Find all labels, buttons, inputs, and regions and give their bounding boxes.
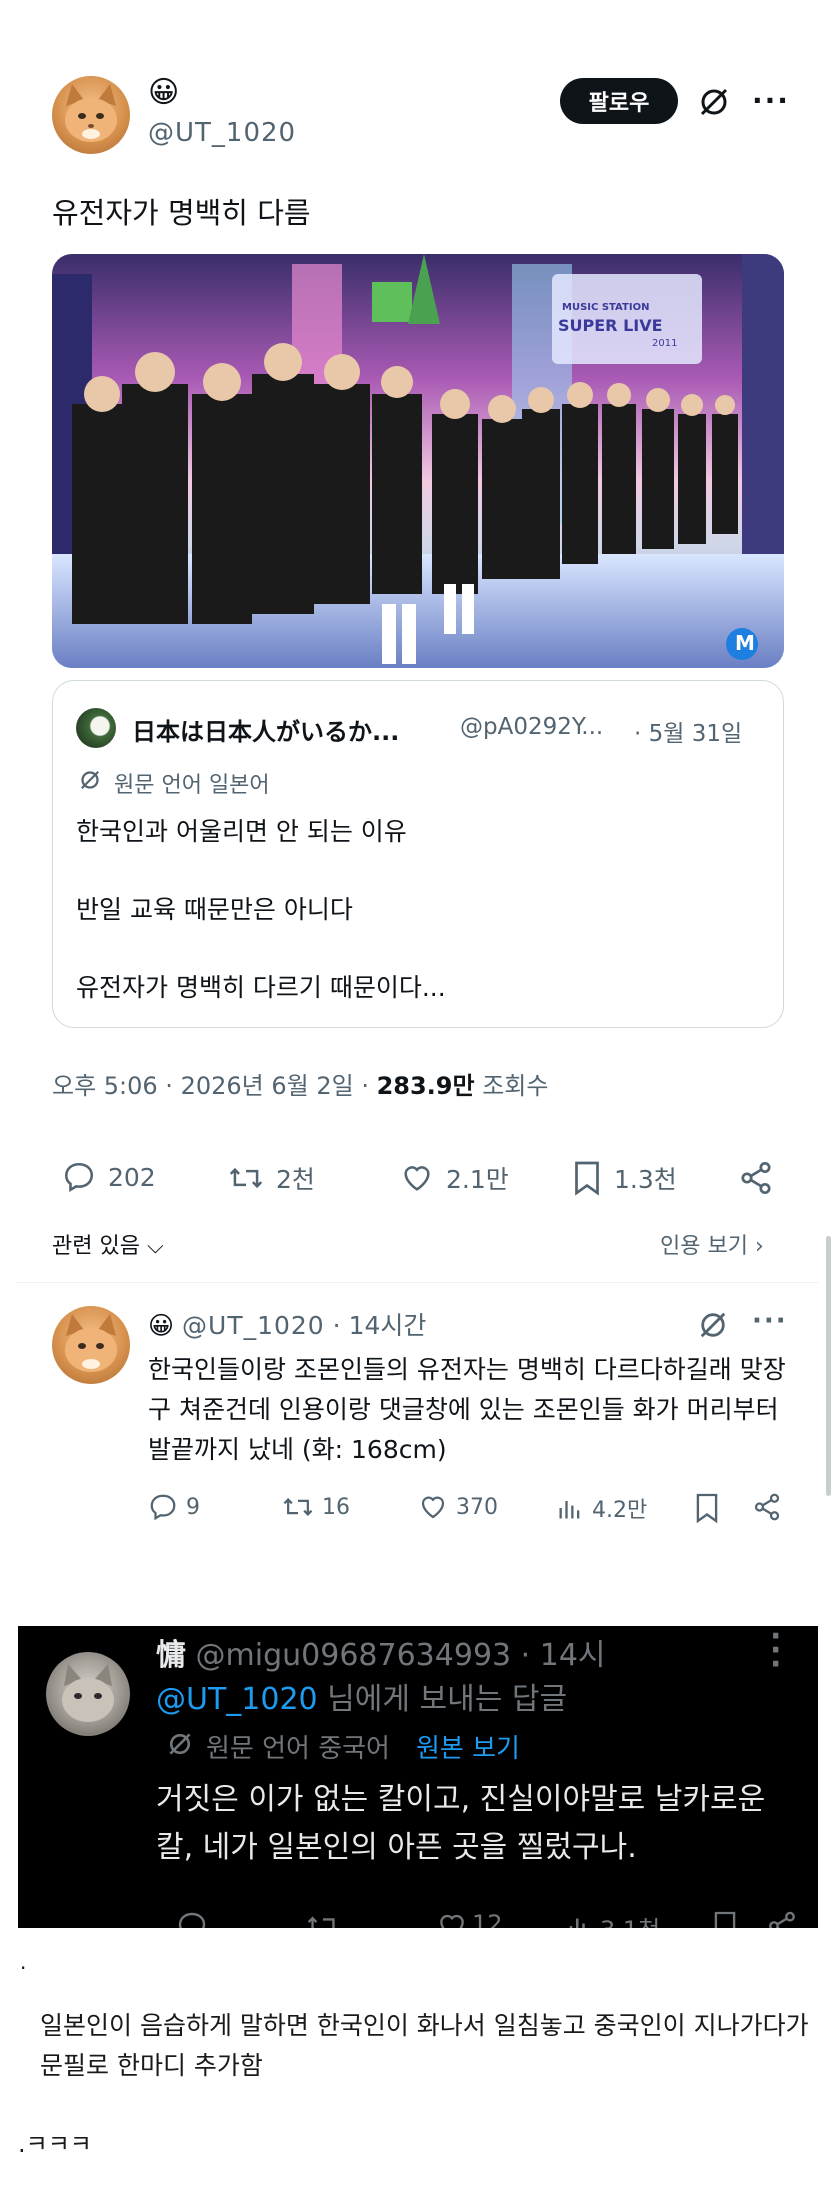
grok-icon[interactable] xyxy=(698,86,730,118)
bookmark-button[interactable]: 1.3천 xyxy=(572,1160,677,1196)
reply2-reply-to-suffix: 님에게 보내는 답글 xyxy=(317,1682,568,1717)
author-handle[interactable]: @UT_1020 xyxy=(148,118,296,148)
reply-button[interactable]: 202 xyxy=(62,1160,156,1194)
reply2-share-icon xyxy=(769,1911,795,1928)
reply2-views-count: 3.1천 xyxy=(600,1910,660,1928)
quoted-line-2: 반일 교육 때문만은 아니다 xyxy=(76,895,353,924)
share-icon[interactable] xyxy=(738,1160,774,1196)
reply-views-button[interactable]: 4.2만 xyxy=(556,1492,647,1524)
reply-retweet-button[interactable]: 16 xyxy=(282,1492,350,1522)
divider xyxy=(16,1282,819,1283)
views-count: 283.9만 xyxy=(376,1072,475,1100)
quoted-line-1: 한국인과 어울리면 안 되는 이유 xyxy=(76,817,407,846)
reply-count: 202 xyxy=(108,1162,156,1192)
reply2-handle[interactable]: @migu09687634993 xyxy=(196,1638,512,1673)
reply2-reply-icon xyxy=(178,1912,206,1928)
reply-text: 한국인들이랑 조몬인들의 유전자는 명백히 다르다하길래 맞장구 쳐준건데 인용… xyxy=(148,1355,786,1464)
tweet-media[interactable]: MUSIC STATION SUPER LIVE 2011 M xyxy=(52,254,784,668)
reply2-name: 慵 xyxy=(156,1638,186,1673)
reply-more-icon[interactable]: ··· xyxy=(752,1306,788,1336)
reply-reply-count: 9 xyxy=(186,1494,200,1520)
reply-icon xyxy=(64,1162,94,1193)
like-count: 2.1만 xyxy=(446,1165,509,1194)
tweet-text: 유전자가 명백히 다름 xyxy=(52,196,311,230)
reply2-views-icon xyxy=(569,1918,585,1928)
reply-header: 😀 @UT_1020 · 14시간 xyxy=(148,1306,426,1342)
stage-sign-1: MUSIC STATION xyxy=(562,302,650,313)
timestamp-text: 오후 5:06 · 2026년 6월 2일 · xyxy=(52,1072,377,1100)
reply2-translate-note: 원문 언어 중국어 xyxy=(206,1734,390,1764)
chinese-reply-screenshot: 慵 @migu09687634993 · 14시 · · · @UT_1020 님에… xyxy=(18,1626,818,1928)
reply-icon xyxy=(150,1494,176,1521)
follow-button[interactable]: 팔로우 xyxy=(560,78,678,124)
quoted-name: 日本は日本人がいるか... xyxy=(132,718,400,746)
post-dot: . xyxy=(20,1950,27,1974)
more-options-icon[interactable]: ··· xyxy=(752,84,790,117)
translate-icon xyxy=(78,768,102,792)
reply2-text: 거짓은 이가 없는 칼이고, 진실이야말로 날카로운 칼, 네가 일본인의 아픈… xyxy=(156,1782,766,1865)
reply2-retweet-icon xyxy=(307,1916,335,1928)
related-toggle[interactable]: 관련 있음 ⌵ xyxy=(52,1228,164,1260)
reply-time: · 14시간 xyxy=(332,1311,427,1340)
heart-icon xyxy=(421,1496,445,1519)
post-caption: 일본인이 음습하게 말하면 한국인이 화나서 일침놓고 중국인이 지나가다가 문… xyxy=(40,2011,809,2080)
emoji-badge: 😀 xyxy=(148,75,180,110)
reply-avatar[interactable] xyxy=(52,1306,130,1384)
quoted-handle: @pA0292Y... xyxy=(460,714,604,740)
reply-reply-button[interactable]: 9 xyxy=(148,1492,200,1522)
reply2-heart-icon xyxy=(440,1914,464,1928)
bookmark-count: 1.3천 xyxy=(614,1165,677,1194)
reply2-more-icon[interactable]: · · · xyxy=(770,1626,781,1680)
reply-bookmark-icon[interactable] xyxy=(694,1492,720,1524)
reply-like-count: 370 xyxy=(456,1494,498,1520)
quoted-line-3: 유전자가 명백히 다르기 때문이다... xyxy=(76,973,446,1002)
tweet-timestamp: 오후 5:06 · 2026년 6월 2일 · 283.9만 조회수 xyxy=(52,1066,548,1101)
show-original-link[interactable]: 원본 보기 xyxy=(416,1728,520,1765)
reply-grok-icon[interactable] xyxy=(698,1310,728,1340)
retweet-icon xyxy=(229,1167,263,1189)
author-avatar[interactable] xyxy=(52,76,130,154)
stage-sign-year: 2011 xyxy=(652,338,678,349)
quoted-translate-note: 원문 언어 일본어 xyxy=(114,773,270,798)
bookmark-icon xyxy=(575,1161,599,1196)
reply-emoji: 😀 xyxy=(148,1311,175,1340)
views-label: 조회수 xyxy=(474,1072,549,1100)
reply2-translate-icon xyxy=(166,1730,194,1758)
reply2-reply-to: @UT_1020 님에게 보내는 답글 xyxy=(156,1674,567,1718)
chevron-right-icon: › xyxy=(747,1234,764,1259)
reply2-bookmark-icon xyxy=(714,1911,736,1928)
related-label: 관련 있음 xyxy=(52,1234,140,1259)
reply2-like-count: 12 xyxy=(472,1910,503,1928)
retweet-button[interactable]: 2천 xyxy=(228,1160,315,1196)
broadcaster-logo: M xyxy=(735,631,755,655)
reply2-time: · 14시 xyxy=(520,1638,606,1673)
reply-share-icon[interactable] xyxy=(752,1492,782,1522)
heart-icon xyxy=(404,1166,430,1191)
like-button[interactable]: 2.1만 xyxy=(400,1160,509,1196)
chevron-down-icon: ⌵ xyxy=(139,1234,164,1259)
retweet-count: 2천 xyxy=(276,1165,315,1194)
reply-like-button[interactable]: 370 xyxy=(418,1492,498,1522)
reply2-avatar[interactable] xyxy=(46,1652,130,1736)
reply2-header: 慵 @migu09687634993 · 14시 xyxy=(156,1630,606,1674)
post-laugh: .ㅋㅋㅋ xyxy=(18,2130,92,2158)
quoted-date: · 5월 31일 xyxy=(634,721,743,747)
reply-views-count: 4.2만 xyxy=(592,1498,648,1523)
views-icon xyxy=(559,1501,580,1519)
view-quotes-label: 인용 보기 xyxy=(660,1234,748,1259)
view-quotes-link[interactable]: 인용 보기 › xyxy=(660,1228,764,1260)
reply2-action-bar: 12 3.1천 xyxy=(156,1910,806,1928)
retweet-icon xyxy=(283,1498,313,1516)
reply-retweet-count: 16 xyxy=(322,1494,350,1520)
stage-sign-2: SUPER LIVE xyxy=(558,316,663,335)
reply-handle[interactable]: @UT_1020 xyxy=(182,1311,325,1340)
scrollbar-thumb[interactable] xyxy=(826,1236,831,1496)
quoted-avatar[interactable] xyxy=(76,708,116,748)
reply2-reply-to-handle[interactable]: @UT_1020 xyxy=(156,1682,318,1717)
